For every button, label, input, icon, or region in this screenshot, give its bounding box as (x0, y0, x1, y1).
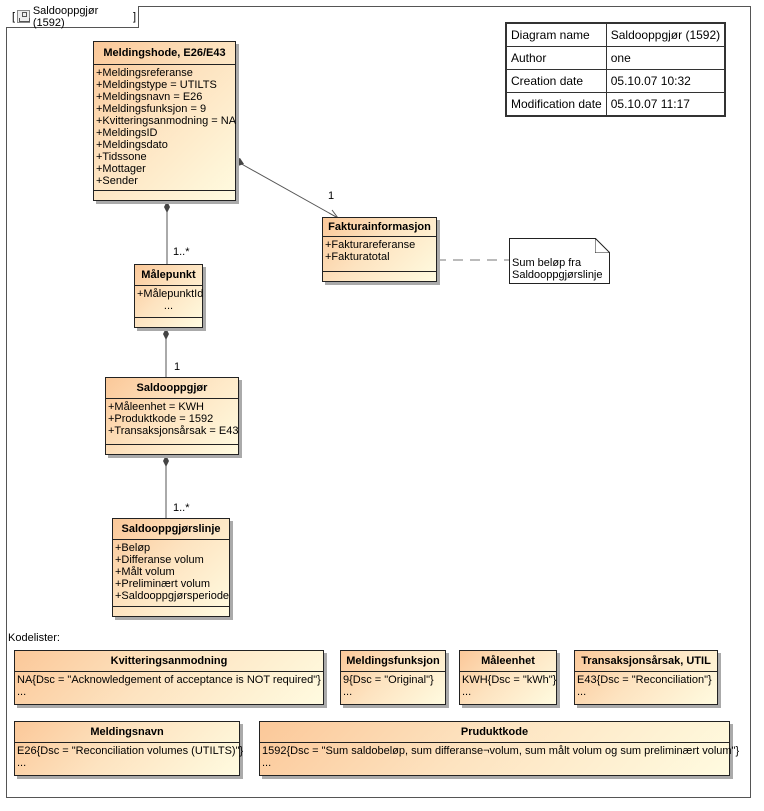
multiplicity-faktura: 1 (328, 190, 335, 202)
codelist-name: Meldingsfunksjon (341, 651, 445, 672)
attribute: +Meldingsnavn = E26 (96, 91, 203, 103)
codelist-value: E43{Dsc = "Reconciliation"} (577, 674, 712, 686)
codelist-meldingsnavn[interactable]: Meldingsnavn E26{Dsc = "Reconciliation v… (14, 721, 244, 776)
codelist-name: Transaksjonsårsak, UTIL (575, 651, 717, 672)
class-fakturainformasjon[interactable]: Fakturainformasjon +Fakturareferanse +Fa… (322, 217, 437, 282)
attribute: +Sender (96, 175, 138, 187)
attribute: +MålepunktId (137, 288, 204, 300)
kodelister-label: Kodelister: (8, 632, 60, 644)
note-line: Saldooppgjørslinje (512, 269, 603, 281)
codelist-name: Kvitteringsanmodning (15, 651, 323, 672)
multiplicity-saldooppgjorslinje: 1..* (173, 502, 190, 514)
class-operations (94, 190, 235, 200)
codelist-ellipsis: ... (17, 757, 27, 769)
attribute: +Fakturatotal (325, 251, 390, 263)
class-attributes: +Meldingsreferanse +Meldingstype = UTILT… (94, 65, 237, 190)
codelist-value: KWH{Dsc = "kWh"} (462, 674, 557, 686)
codelist-values: KWH{Dsc = "kWh"} ... (460, 672, 556, 701)
attribute: +Måleenhet = KWH (108, 401, 204, 413)
multiplicity-saldooppgjor: 1 (174, 361, 181, 373)
attribute: +Saldooppgjørsperiode (115, 590, 230, 602)
codelist-ellipsis: ... (462, 686, 472, 698)
codelist-value: E26{Dsc = "Reconciliation volumes (UTILT… (17, 745, 244, 757)
attribute: +Meldingstype = UTILTS (96, 79, 217, 91)
attribute: +Preliminært volum (115, 578, 211, 590)
codelist-value: 9{Dsc = "Original"} (343, 674, 434, 686)
class-attributes: +Beløp +Differanse volum +Målt volum +Pr… (113, 540, 229, 605)
attribute: +Meldingsdato (96, 139, 168, 151)
class-name: Målepunkt (135, 265, 202, 286)
codelist-transaksjonsarsak[interactable]: Transaksjonsårsak, UTIL E43{Dsc = "Recon… (574, 650, 718, 705)
class-name: Saldooppgjørslinje (113, 519, 229, 540)
note-line: Sum beløp fra (512, 257, 582, 269)
codelist-value: 1592{Dsc = "Sum saldobeløp, sum differan… (262, 745, 740, 757)
class-name: Fakturainformasjon (323, 218, 436, 237)
attribute: +Tidssone (96, 151, 147, 163)
codelist-ellipsis: ... (17, 686, 27, 698)
class-operations (135, 317, 202, 327)
class-attributes: +Måleenhet = KWH +Produktkode = 1592 +Tr… (106, 399, 238, 440)
attribute: +Kvitteringsanmodning = NA (96, 115, 237, 127)
codelist-kvitteringsanmodning[interactable]: Kvitteringsanmodning NA{Dsc = "Acknowled… (14, 650, 324, 705)
class-malepunkt[interactable]: Målepunkt +MålepunktId ... (134, 264, 203, 328)
class-operations (113, 606, 229, 616)
codelist-ellipsis: ... (262, 757, 272, 769)
class-name: Saldooppgjør (106, 378, 238, 399)
codelist-values: 1592{Dsc = "Sum saldobeløp, sum differan… (260, 743, 740, 772)
multiplicity-malepunkt: 1..* (173, 246, 190, 258)
note-fold-icon (595, 238, 610, 253)
codelist-ellipsis: ... (577, 686, 587, 698)
attribute: +Beløp (115, 542, 151, 554)
class-attributes: +MålepunktId ... (135, 286, 204, 315)
codelist-values: E26{Dsc = "Reconciliation volumes (UTILT… (15, 743, 244, 772)
codelist-values: E43{Dsc = "Reconciliation"} ... (575, 672, 717, 701)
attribute: +Produktkode = 1592 (108, 413, 214, 425)
class-name: Meldingshode, E26/E43 (94, 42, 235, 65)
attribute: +Meldingsreferanse (96, 67, 193, 79)
attribute: +Fakturareferanse (325, 239, 416, 251)
class-attributes: +Fakturareferanse +Fakturatotal (323, 237, 436, 266)
class-operations (106, 444, 238, 454)
class-saldooppgjorslinje[interactable]: Saldooppgjørslinje +Beløp +Differanse vo… (112, 518, 230, 617)
codelist-value: NA{Dsc = "Acknowledgement of acceptance … (17, 674, 321, 686)
association-meldingshode-faktura (237, 161, 339, 219)
class-saldooppgjor[interactable]: Saldooppgjør +Måleenhet = KWH +Produktko… (105, 377, 239, 455)
class-operations (323, 271, 436, 281)
composition-diamond-icon (164, 201, 170, 213)
codelist-maleenhet[interactable]: Måleenhet KWH{Dsc = "kWh"} ... (459, 650, 557, 705)
composition-diamond-icon (163, 455, 169, 467)
codelist-name: Måleenhet (460, 651, 556, 672)
codelist-values: NA{Dsc = "Acknowledgement of acceptance … (15, 672, 323, 701)
codelist-name: Meldingsnavn (15, 722, 239, 743)
codelist-pruduktkode[interactable]: Pruduktkode 1592{Dsc = "Sum saldobeløp, … (259, 721, 740, 776)
composition-diamond-icon (163, 328, 169, 340)
codelist-ellipsis: ... (343, 686, 353, 698)
attribute: +Differanse volum (115, 554, 204, 566)
attribute: +Mottager (96, 163, 146, 175)
attribute: +Meldingsfunksjon = 9 (96, 103, 207, 115)
attribute-ellipsis: ... (163, 300, 174, 312)
attribute: +Målt volum (115, 566, 175, 578)
codelist-meldingsfunksjon[interactable]: Meldingsfunksjon 9{Dsc = "Original"} ... (340, 650, 446, 705)
codelist-values: 9{Dsc = "Original"} ... (341, 672, 445, 701)
attribute: +MeldingsID (96, 127, 158, 139)
attribute: +Transaksjonsårsak = E43 (108, 425, 239, 437)
class-meldingshode[interactable]: Meldingshode, E26/E43 +Meldingsreferanse… (93, 41, 236, 201)
codelist-name: Pruduktkode (260, 722, 729, 743)
